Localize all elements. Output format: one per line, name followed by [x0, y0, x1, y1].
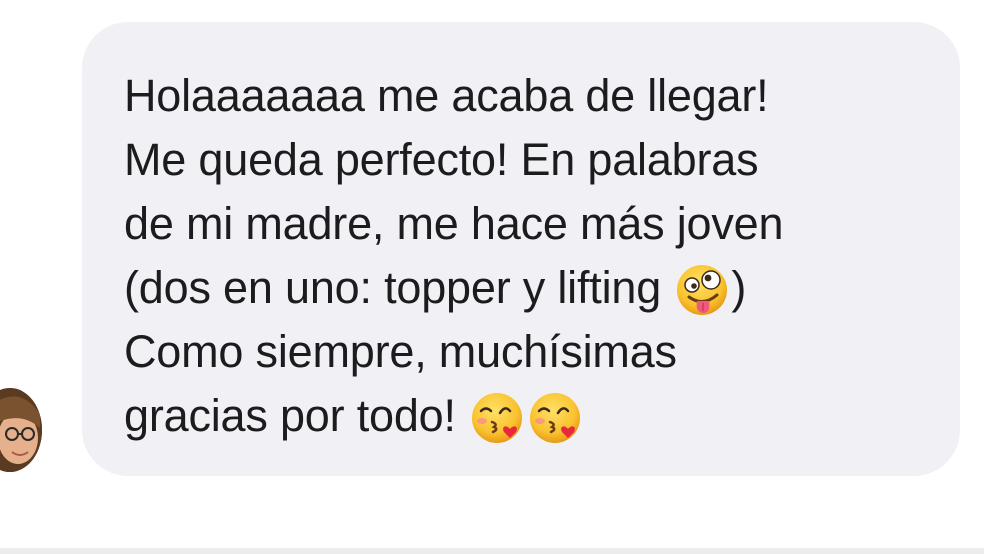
- message-line-4-text: (dos en uno: topper y lifting: [124, 262, 662, 313]
- message-line-1: Holaaaaaaa me acaba de llegar!: [124, 70, 769, 121]
- zany-face-emoji-icon: [675, 263, 729, 317]
- message-line-6-text: gracias por todo!: [124, 390, 456, 441]
- message-line-4-close: ): [731, 262, 747, 313]
- kiss-emoji-icon: [470, 391, 524, 445]
- bottom-divider: [0, 548, 984, 554]
- avatar-photo-icon: [0, 388, 42, 472]
- message-bubble[interactable]: Holaaaaaaa me acaba de llegar! Me queda …: [82, 22, 960, 476]
- sender-avatar[interactable]: [0, 388, 42, 472]
- kiss-emoji-icon-2: [528, 391, 582, 445]
- message-line-5: Como siempre, muchísimas: [124, 326, 677, 377]
- message-line-4: (dos en uno: topper y lifting): [124, 256, 920, 320]
- chat-screen: Holaaaaaaa me acaba de llegar! Me queda …: [0, 0, 984, 554]
- message-line-2: Me queda perfecto! En palabras: [124, 134, 759, 185]
- message-line-3: de mi madre, me hace más joven: [124, 198, 784, 249]
- message-line-6: gracias por todo!: [124, 384, 920, 448]
